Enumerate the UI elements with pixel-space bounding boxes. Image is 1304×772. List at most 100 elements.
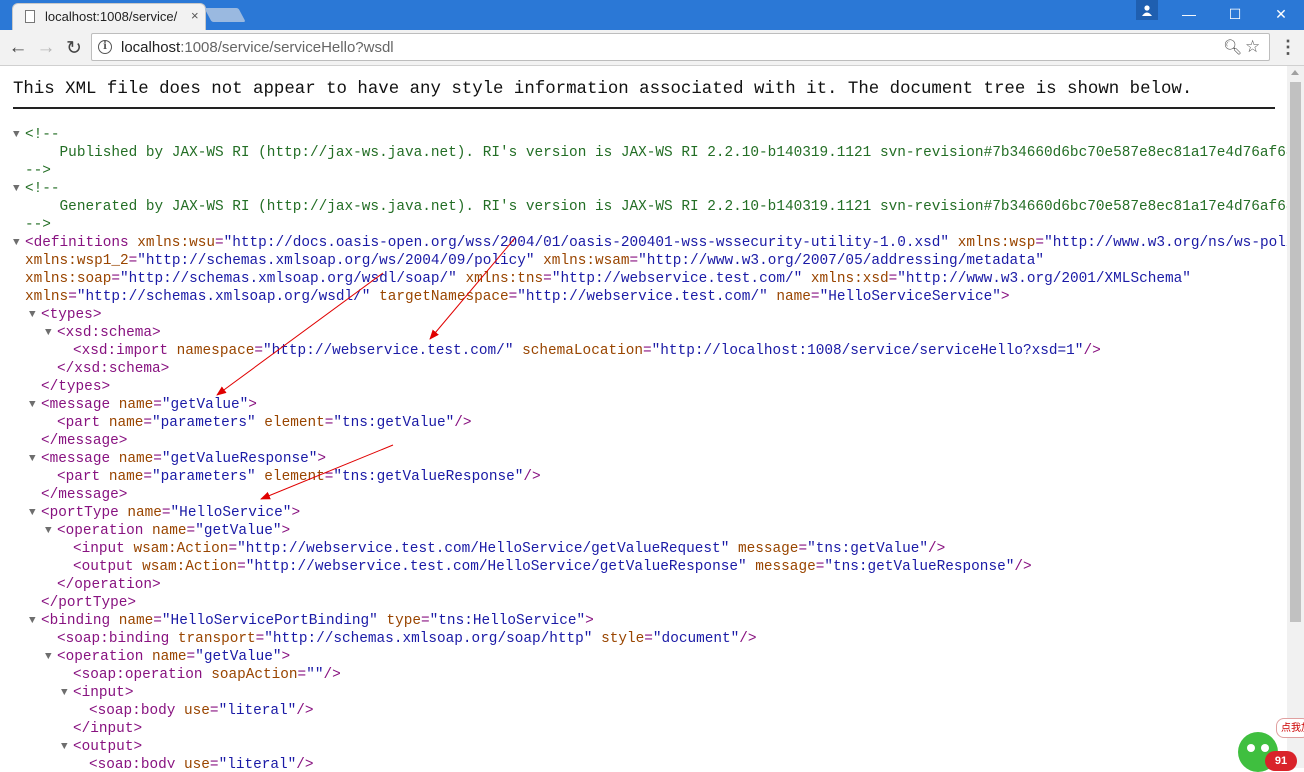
- forward-button[interactable]: →: [34, 36, 58, 60]
- xml-tag: />: [927, 541, 946, 557]
- maximize-button[interactable]: ☐: [1212, 0, 1258, 28]
- xml-attr-value: "http://www.w3.org/ns/ws-policy": [1044, 235, 1287, 251]
- xml-attr-value: "getValue": [195, 649, 282, 665]
- url-text[interactable]: localhost:1008/service/serviceHello?wsdl: [121, 39, 394, 56]
- xml-tag: />: [296, 703, 314, 719]
- xml-attr-value: "getValue": [161, 397, 249, 413]
- scroll-thumb[interactable]: [1290, 82, 1301, 622]
- xml-tag: =: [888, 271, 898, 287]
- xml-tag: <definitions: [25, 235, 138, 251]
- xml-tag: <input: [73, 541, 134, 557]
- collapse-toggle-icon[interactable]: ▼: [29, 306, 36, 324]
- url-path: :1008/service/serviceHello?wsdl: [180, 39, 394, 56]
- vertical-scrollbar[interactable]: [1287, 66, 1304, 768]
- xml-tag: =: [297, 667, 307, 683]
- collapse-toggle-icon[interactable]: ▼: [29, 450, 36, 468]
- xml-tag: =: [543, 271, 552, 287]
- mascot-eye-right: [1261, 744, 1269, 752]
- collapse-toggle-icon[interactable]: ▼: [61, 684, 68, 702]
- menu-dots-icon[interactable]: ⋮: [1279, 37, 1297, 57]
- xml-tag: <binding: [41, 613, 119, 629]
- xml-attr-value: "http://www.w3.org/2007/05/addressing/me…: [638, 253, 1045, 269]
- xml-attr-name: xmlns:xsd: [810, 271, 889, 287]
- minimize-button[interactable]: —: [1166, 0, 1212, 28]
- xml-attr-name: name: [108, 415, 144, 431]
- collapse-toggle-icon[interactable]: ▼: [29, 612, 36, 630]
- xml-tag: =: [508, 289, 518, 305]
- xml-attr-value: "literal": [218, 757, 297, 768]
- collapse-toggle-icon[interactable]: ▼: [45, 324, 52, 342]
- xml-tag: >: [585, 613, 594, 629]
- collapse-toggle-icon[interactable]: ▼: [29, 504, 36, 522]
- collapse-toggle-icon[interactable]: ▼: [13, 126, 20, 144]
- collapse-toggle-icon[interactable]: ▼: [13, 234, 20, 252]
- xml-attr-name: xmlns:wsam: [543, 253, 630, 269]
- xml-tag: =: [421, 613, 430, 629]
- tab-title: localhost:1008/service/: [45, 9, 178, 24]
- xml-tag: =: [186, 649, 196, 665]
- scroll-up-arrow[interactable]: [1291, 70, 1299, 75]
- collapse-toggle-icon[interactable]: ▼: [45, 648, 52, 666]
- close-window-button[interactable]: ✕: [1258, 0, 1304, 28]
- xml-tag: [592, 631, 601, 647]
- person-icon[interactable]: [1136, 0, 1158, 20]
- xml-tag: />: [739, 631, 757, 647]
- header-divider: [13, 107, 1275, 109]
- xml-attr-value: "literal": [218, 703, 297, 719]
- collapse-toggle-icon[interactable]: ▼: [45, 522, 52, 540]
- reload-button[interactable]: ↻: [62, 36, 86, 60]
- xml-line: ▼ <types>: [13, 306, 1287, 324]
- xml-tag: =: [810, 289, 820, 305]
- xml-attr-name: targetNamespace: [379, 289, 509, 305]
- xml-tag: =: [153, 613, 162, 629]
- floating-widget[interactable]: 点我加 91: [1232, 718, 1304, 772]
- xml-line: <soap:binding transport="http://schemas.…: [13, 630, 1287, 648]
- xml-tag: />: [454, 415, 472, 431]
- browser-tab[interactable]: localhost:1008/service/ ×: [12, 3, 206, 30]
- xml-tag: <part: [57, 415, 109, 431]
- xml-line: </xsd:schema>: [13, 360, 1287, 378]
- xml-tag: </message>: [41, 487, 128, 503]
- collapse-toggle-icon[interactable]: ▼: [29, 396, 36, 414]
- xml-attr-name: name: [118, 451, 154, 467]
- address-bar[interactable]: i localhost:1008/service/serviceHello?ws…: [91, 33, 1270, 61]
- info-icon[interactable]: i: [98, 40, 112, 54]
- xml-tag: <message: [41, 397, 119, 413]
- xml-tag: =: [629, 253, 639, 269]
- xml-tag: =: [255, 631, 265, 647]
- new-tab-button[interactable]: [204, 8, 246, 22]
- xml-attr-value: "tns:getValueResponse": [333, 469, 524, 485]
- xml-tag: =: [209, 757, 219, 768]
- xml-line: ▼ <input>: [13, 684, 1287, 702]
- xml-tag: [513, 343, 522, 359]
- xml-line: </operation>: [13, 576, 1287, 594]
- xml-attr-name: schemaLocation: [522, 343, 644, 359]
- zoom-icon[interactable]: 🔍︎: [1223, 38, 1242, 56]
- xml-line: <soap:body use="literal"/>: [13, 702, 1287, 720]
- xml-attr-value: "getValueResponse": [161, 451, 318, 467]
- collapse-toggle-icon[interactable]: ▼: [13, 180, 20, 198]
- xml-line: <part name="parameters" element="tns:get…: [13, 414, 1287, 432]
- xml-line: xmlns:soap="http://schemas.xmlsoap.org/w…: [13, 270, 1287, 288]
- back-button[interactable]: ←: [6, 36, 30, 60]
- xml-tag: >: [1000, 289, 1010, 305]
- xml-tag: [949, 235, 958, 251]
- xml-attr-value: "getValue": [195, 523, 282, 539]
- xml-attr-name: wsam:Action: [133, 541, 229, 557]
- collapse-toggle-icon[interactable]: ▼: [61, 738, 68, 756]
- tab-close-icon[interactable]: ×: [191, 8, 199, 23]
- xml-tag: [729, 541, 738, 557]
- xml-attr-name: name: [108, 469, 144, 485]
- xml-attr-value: "document": [652, 631, 740, 647]
- xml-attr-value: "http://webservice.test.com/": [517, 289, 768, 305]
- xml-attr-value: "http://webservice.test.com/HelloService…: [237, 541, 730, 557]
- xml-attr-name: xmlns:soap: [25, 271, 112, 287]
- xml-tag: =: [111, 271, 120, 287]
- xml-tag: [370, 289, 379, 305]
- xml-tag: =: [215, 235, 224, 251]
- page-content: This XML file does not appear to have an…: [0, 66, 1287, 768]
- bookmark-star-icon[interactable]: ☆: [1245, 37, 1260, 57]
- xml-attr-name: message: [737, 541, 799, 557]
- title-bar: localhost:1008/service/ × — ☐ ✕: [0, 0, 1304, 30]
- widget-bubble[interactable]: 点我加: [1276, 718, 1304, 738]
